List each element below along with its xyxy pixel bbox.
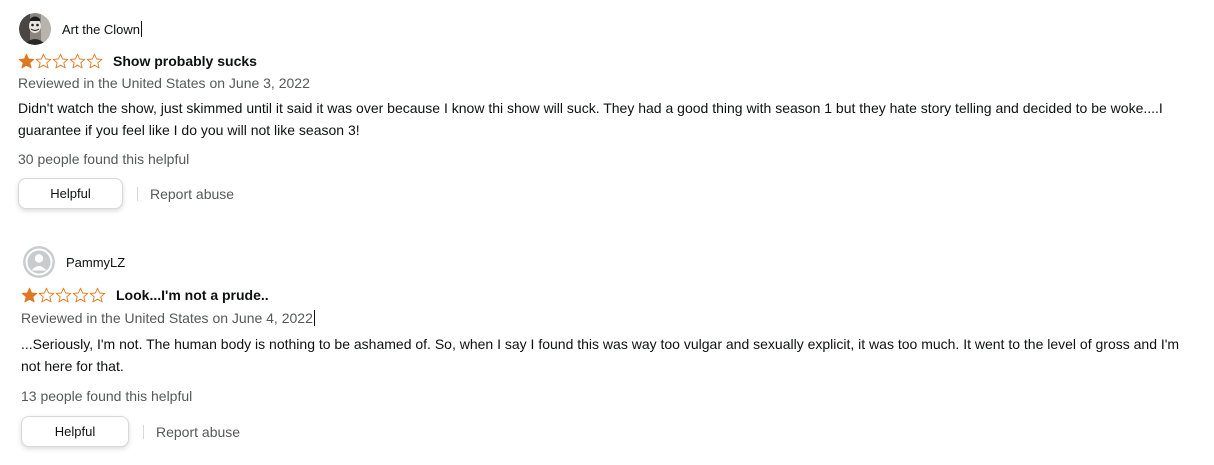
divider (143, 424, 144, 439)
star-empty-icon (89, 287, 106, 303)
helpful-button[interactable]: Helpful (21, 416, 129, 447)
avatar[interactable] (19, 13, 51, 45)
star-empty-icon (55, 287, 72, 303)
helpful-button[interactable]: Helpful (18, 178, 123, 209)
review-title[interactable]: Look...I'm not a prude.. (116, 287, 269, 303)
text-cursor (313, 310, 315, 326)
star-empty-icon (35, 53, 52, 69)
default-user-icon[interactable] (23, 246, 55, 278)
star-filled-icon (18, 53, 35, 69)
report-abuse-link[interactable]: Report abuse (150, 186, 234, 202)
reviewer-profile[interactable]: PammyLZ (23, 246, 125, 278)
review-actions: Helpful Report abuse (18, 178, 234, 209)
star-empty-icon (69, 53, 86, 69)
star-empty-icon (38, 287, 55, 303)
review-body: ...Seriously, I'm not. The human body is… (21, 336, 1180, 374)
review-actions: Helpful Report abuse (21, 416, 240, 447)
reviewer-name[interactable]: PammyLZ (66, 255, 125, 270)
helpful-count: 30 people found this helpful (18, 151, 190, 167)
star-empty-icon (86, 53, 103, 69)
star-filled-icon (21, 287, 38, 303)
star-empty-icon (52, 53, 69, 69)
reviewer-profile[interactable]: Art the Clown (19, 13, 143, 45)
review-date: Reviewed in the United States on June 4,… (21, 310, 315, 326)
star-rating[interactable] (18, 53, 103, 69)
report-abuse-link[interactable]: Report abuse (156, 424, 240, 440)
helpful-count: 13 people found this helpful (21, 388, 193, 404)
reviewer-name[interactable]: Art the Clown (62, 21, 143, 37)
star-rating[interactable] (21, 287, 106, 303)
star-empty-icon (72, 287, 89, 303)
review-title[interactable]: Show probably sucks (113, 53, 257, 69)
text-cursor (141, 21, 143, 37)
rating-row: Show probably sucks (18, 53, 257, 69)
rating-row: Look...I'm not a prude.. (21, 287, 269, 303)
review-body: Didn't watch the show, just skimmed unti… (18, 100, 1163, 138)
review-date: Reviewed in the United States on June 3,… (18, 75, 310, 91)
divider (137, 186, 138, 201)
